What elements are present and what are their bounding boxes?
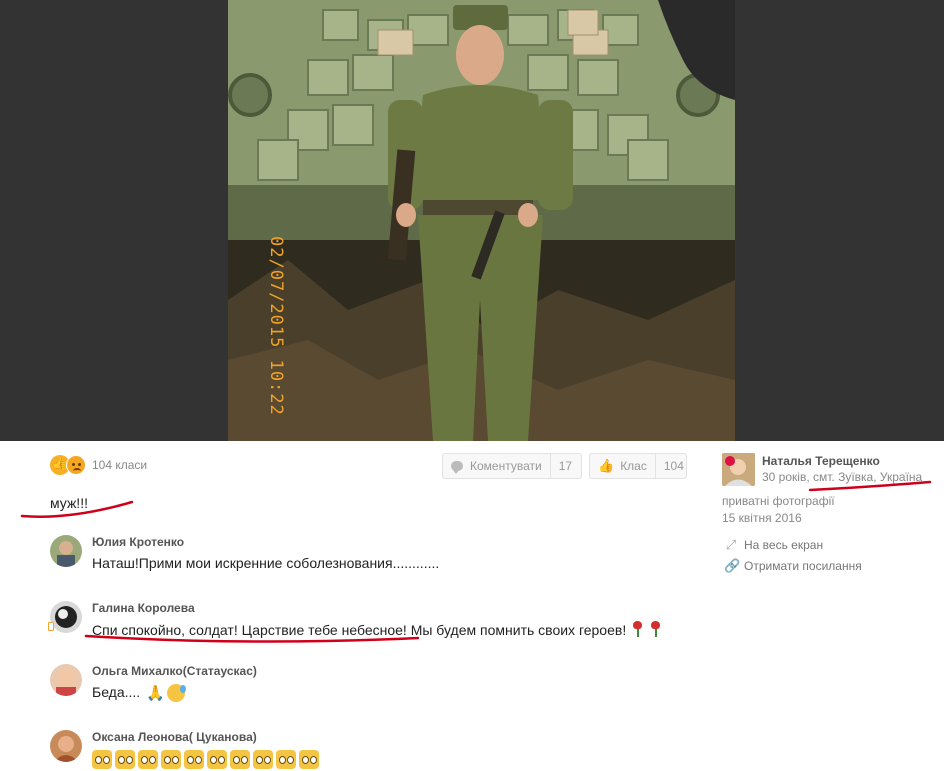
comment-count: 17 [558, 459, 573, 473]
mobile-device-icon [48, 622, 54, 631]
crying-cat-icon [92, 750, 112, 769]
comment-author[interactable]: Галина Королева [92, 601, 195, 615]
fullscreen-link[interactable]: ⤢ На весь екран [724, 537, 823, 553]
avatar[interactable] [50, 535, 82, 567]
sad-face-emoji-icon [66, 455, 86, 475]
comment-text: Спи спокойно, солдат! Царствие тебе небе… [92, 622, 627, 638]
crying-cat-icon [207, 750, 227, 769]
like-count: 104 [663, 459, 684, 473]
crying-cat-icon [184, 750, 204, 769]
author-name[interactable]: Наталья Терещенко [762, 454, 880, 468]
photo-image [228, 0, 735, 441]
crying-cat-icon [276, 750, 296, 769]
reactions-summary[interactable]: 104 класи [50, 454, 147, 476]
comment-author[interactable]: Оксана Леонова( Цуканова) [92, 730, 257, 744]
crying-cat-icon [299, 750, 319, 769]
praying-hands-icon: 🙏 [146, 685, 165, 703]
crying-cat-icon [230, 750, 250, 769]
avatar[interactable] [50, 601, 82, 633]
like-button[interactable]: 👍 Клас 104 [589, 453, 687, 479]
comment-button-label: Коментувати [470, 459, 542, 473]
comment-text: Беда.... [92, 684, 141, 700]
main-photo[interactable] [228, 0, 735, 441]
comment-text-row: Беда.... 🙏 [92, 684, 186, 703]
comment-text-row: Спи спокойно, солдат! Царствие тебе небе… [92, 621, 662, 638]
author-age: 30 років, [762, 470, 810, 484]
get-link-label: Отримати посилання [744, 559, 862, 573]
thumbs-up-icon: 👍 [598, 458, 615, 473]
get-link-link[interactable]: 🔗 Отримати посилання [724, 558, 862, 574]
crying-cat-icon [253, 750, 273, 769]
photo-date: 15 квітня 2016 [722, 511, 802, 525]
expand-arrows-icon: ⤢ [725, 537, 737, 552]
comment-author[interactable]: Ольга Михалко(Статаускас) [92, 664, 257, 678]
album-link[interactable]: приватні фотографії [722, 494, 835, 508]
like-button-label: Клас [620, 459, 647, 473]
fullscreen-label: На весь екран [744, 538, 824, 552]
comment-text: Наташ!Прими мои искренние соболезнования… [92, 555, 440, 571]
speech-bubble-icon [451, 461, 463, 474]
comment-button[interactable]: Коментувати 17 [442, 453, 582, 479]
crying-cat-icon [115, 750, 135, 769]
comment-author[interactable]: Юлия Кротенко [92, 535, 184, 549]
crying-cat-icon [138, 750, 158, 769]
author-avatar[interactable] [722, 453, 755, 486]
comment-emoji-row [92, 750, 322, 769]
author-meta: 30 років, смт. Зуївка, Україна [762, 470, 922, 484]
photo-timestamp: 02/07/2015 10:22 [266, 236, 286, 416]
avatar[interactable] [50, 664, 82, 696]
avatar[interactable] [50, 730, 82, 762]
author-location[interactable]: смт. Зуївка, Україна [813, 470, 922, 484]
sweat-face-icon [166, 684, 186, 703]
rose-icon [630, 621, 644, 637]
rose-icon [648, 621, 662, 637]
photo-caption: муж!!! [50, 495, 88, 511]
classes-count: 104 класи [92, 458, 148, 472]
crying-cat-icon [161, 750, 181, 769]
chain-link-icon: 🔗 [724, 558, 741, 573]
